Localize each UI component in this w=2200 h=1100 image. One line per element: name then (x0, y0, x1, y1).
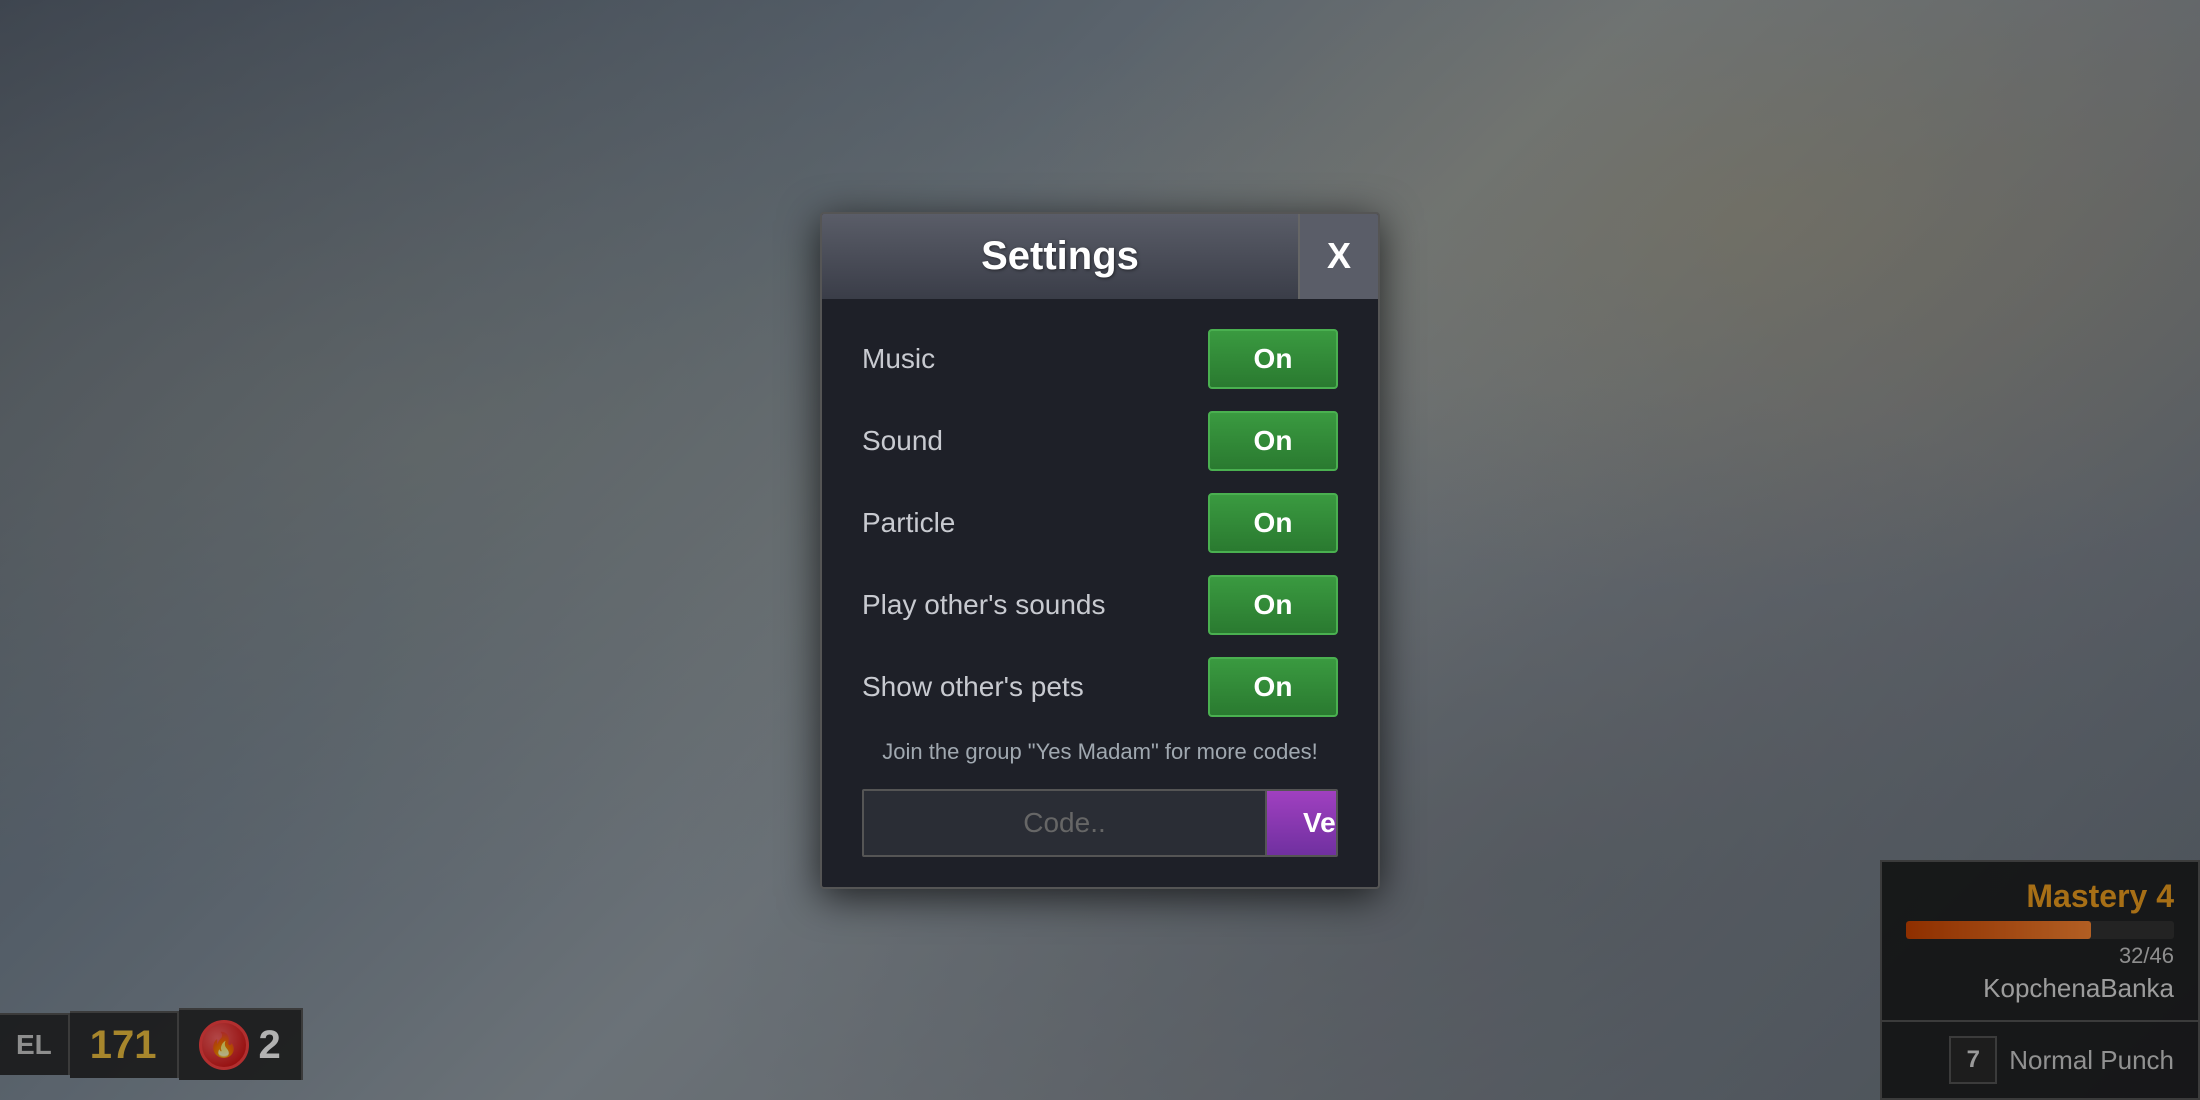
toggle-others-pets[interactable]: On (1208, 657, 1338, 717)
code-input[interactable] (864, 791, 1265, 855)
toggle-sound[interactable]: On (1208, 411, 1338, 471)
modal-overlay: Settings X Music On Sound On Particle On (0, 0, 2200, 1100)
settings-label-music: Music (862, 343, 935, 375)
settings-label-others-sounds: Play other's sounds (862, 589, 1105, 621)
toggle-music[interactable]: On (1208, 329, 1338, 389)
settings-close-button[interactable]: X (1298, 214, 1378, 299)
settings-title-area: Settings (822, 214, 1298, 299)
settings-label-sound: Sound (862, 425, 943, 457)
settings-row-music: Music On (862, 329, 1338, 389)
code-row: Verify (862, 789, 1338, 857)
settings-row-particle: Particle On (862, 493, 1338, 553)
settings-title: Settings (981, 234, 1139, 279)
promo-text: Join the group "Yes Madam" for more code… (862, 739, 1338, 765)
verify-button[interactable]: Verify (1265, 791, 1338, 855)
settings-row-others-sounds: Play other's sounds On (862, 575, 1338, 635)
settings-body: Music On Sound On Particle On Play other… (822, 299, 1378, 887)
settings-row-others-pets: Show other's pets On (862, 657, 1338, 717)
settings-label-particle: Particle (862, 507, 955, 539)
settings-label-others-pets: Show other's pets (862, 671, 1084, 703)
settings-dialog: Settings X Music On Sound On Particle On (820, 212, 1380, 889)
toggle-particle[interactable]: On (1208, 493, 1338, 553)
settings-header: Settings X (822, 214, 1378, 299)
toggle-others-sounds[interactable]: On (1208, 575, 1338, 635)
settings-row-sound: Sound On (862, 411, 1338, 471)
